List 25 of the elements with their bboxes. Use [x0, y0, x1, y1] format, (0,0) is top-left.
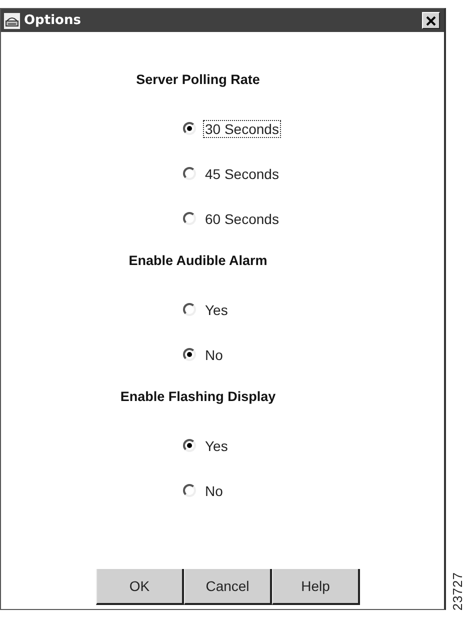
radio-button[interactable] [183, 439, 196, 452]
radio-label[interactable]: No [203, 346, 225, 364]
radio-label[interactable]: Yes [203, 436, 230, 454]
close-icon [426, 16, 436, 26]
dialog-button[interactable]: OK [96, 569, 184, 605]
dialog-button[interactable]: Cancel [184, 569, 272, 605]
group-heading: Server Polling Rate [135, 71, 261, 89]
radio-button[interactable] [183, 303, 196, 316]
dialog-button[interactable]: Help [272, 569, 360, 605]
group-heading: Enable Flashing Display [119, 388, 277, 406]
radio-label[interactable]: Yes [203, 300, 230, 318]
radio-button[interactable] [183, 122, 196, 135]
radio-button[interactable] [183, 484, 196, 497]
figure-number: 23727 [450, 572, 465, 611]
radio-button[interactable] [183, 212, 196, 225]
radio-label[interactable]: 45 Seconds [203, 164, 281, 182]
radio-button[interactable] [183, 167, 196, 180]
app-icon [4, 12, 20, 28]
radio-button[interactable] [183, 348, 196, 361]
radio-label[interactable]: No [203, 482, 225, 500]
window-title: Options [24, 13, 82, 28]
close-button[interactable] [422, 12, 440, 29]
radio-label[interactable]: 60 Seconds [203, 210, 281, 228]
radio-label[interactable]: 30 Seconds [203, 120, 281, 138]
group-heading: Enable Audible Alarm [128, 252, 268, 270]
